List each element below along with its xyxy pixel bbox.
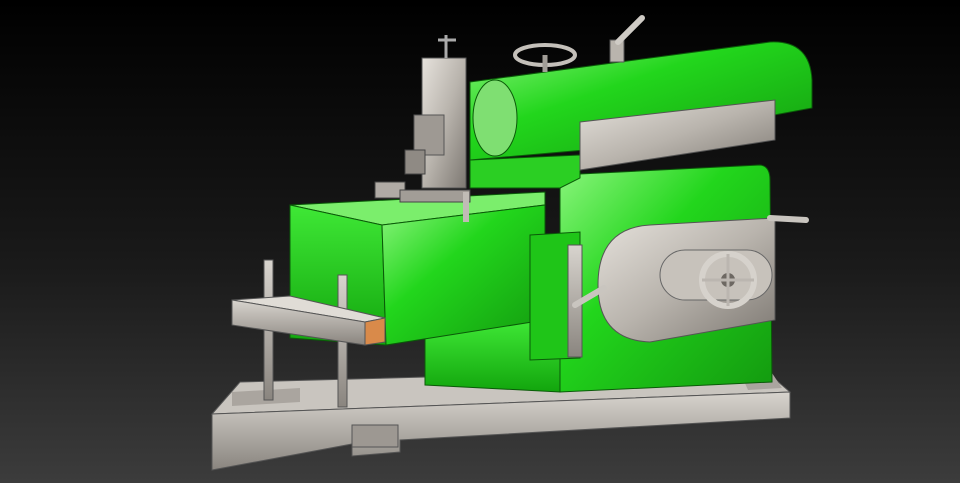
side-handwheel xyxy=(699,251,757,309)
cad-viewport xyxy=(0,0,960,483)
